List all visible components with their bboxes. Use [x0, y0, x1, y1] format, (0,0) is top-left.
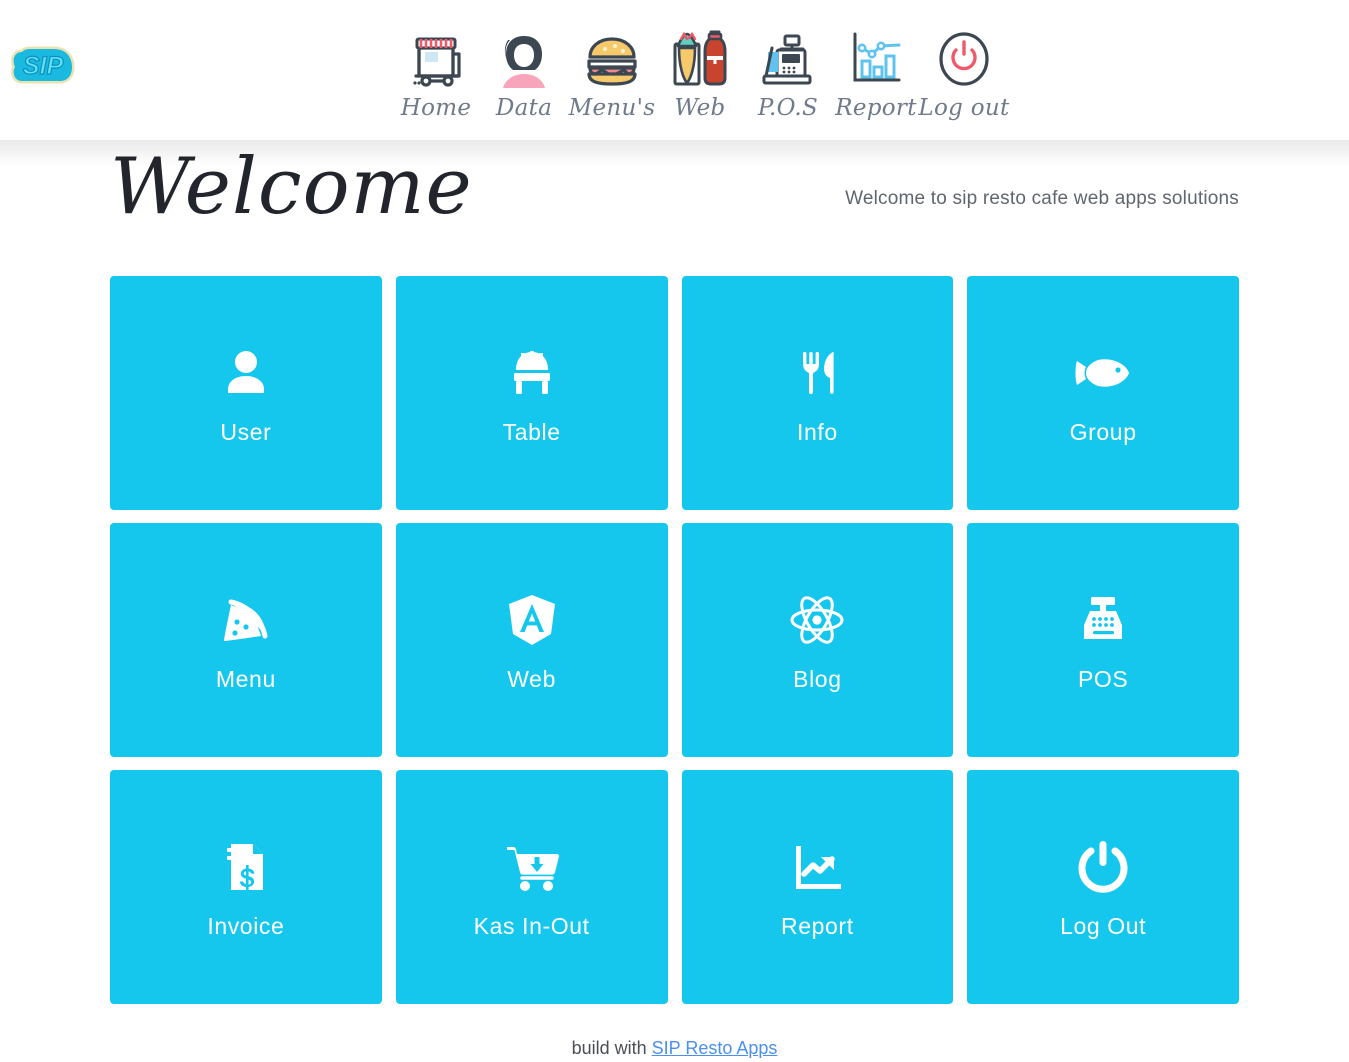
bar-chart-line-icon: [845, 22, 907, 92]
tile-label: Web: [507, 665, 556, 692]
tile-label: Table: [502, 418, 561, 445]
angular-shield-icon: [500, 588, 564, 652]
tile-label: Menu: [215, 665, 276, 692]
tile-label: Report: [781, 912, 854, 939]
nav-label: Report: [835, 95, 917, 121]
food-truck-icon: [406, 22, 466, 92]
welcome-subtitle: Welcome to sip resto cafe web apps solut…: [845, 188, 1239, 209]
tile-user[interactable]: User: [110, 276, 382, 510]
invoice-dollar-icon: [214, 835, 278, 899]
tile-web[interactable]: Web: [395, 523, 668, 757]
app-header: SIP Home Data Menu's Web P.O.S Report Lo…: [0, 0, 1349, 166]
nav-item-home[interactable]: Home: [392, 22, 480, 121]
dashboard-tile-grid: User Table Info Group Menu Web Blog POS …: [110, 276, 1239, 1004]
tile-label: Invoice: [207, 912, 285, 939]
footer-prefix: build with: [571, 1038, 652, 1058]
nav-label: Menu's: [568, 95, 656, 121]
pizza-slice-icon: [214, 588, 278, 652]
fork-knife-icon: [785, 341, 849, 405]
page-footer: build with SIP Resto Apps: [0, 1038, 1349, 1059]
power-circle-icon: [933, 22, 995, 92]
tile-report[interactable]: Report: [681, 770, 954, 1004]
nav-label: P.O.S: [757, 95, 819, 121]
cash-register-icon: [1071, 588, 1135, 652]
nav-item-data[interactable]: Data: [480, 22, 568, 121]
tile-group[interactable]: Group: [967, 276, 1239, 510]
tile-label: Group: [1069, 418, 1137, 445]
sip-logo-icon: SIP: [11, 46, 75, 84]
chair-icon: [500, 341, 564, 405]
tile-label: Kas In-Out: [473, 912, 590, 939]
nav-label: Web: [674, 95, 726, 121]
sip-logo[interactable]: SIP: [10, 38, 76, 94]
tile-menu[interactable]: Menu: [110, 523, 382, 757]
tile-label: Log Out: [1060, 912, 1147, 939]
chart-arrow-up-icon: [785, 835, 849, 899]
sip-resto-apps-link[interactable]: SIP Resto Apps: [652, 1038, 778, 1058]
tile-info[interactable]: Info: [681, 276, 954, 510]
nav-item-pos[interactable]: P.O.S: [744, 22, 832, 121]
taco-soda-icon: [669, 22, 731, 92]
person-avatar-icon: [495, 22, 553, 92]
burger-icon: [581, 22, 643, 92]
page-title: Welcome: [110, 142, 473, 232]
tile-log-out[interactable]: Log Out: [967, 770, 1239, 1004]
nav-label: Home: [400, 95, 472, 121]
welcome-section: Welcome Welcome to sip resto cafe web ap…: [0, 140, 1349, 262]
tile-label: User: [220, 418, 272, 445]
tile-kas-in-out[interactable]: Kas In-Out: [395, 770, 668, 1004]
tile-blog[interactable]: Blog: [681, 523, 954, 757]
cart-download-icon: [500, 835, 564, 899]
nav-label: Log out: [918, 95, 1010, 121]
tile-invoice[interactable]: Invoice: [110, 770, 382, 1004]
nav-item-logout[interactable]: Log out: [918, 22, 1010, 121]
fish-icon: [1071, 341, 1135, 405]
user-icon: [214, 341, 278, 405]
nav-item-web[interactable]: Web: [656, 22, 744, 121]
nav-label: Data: [495, 95, 553, 121]
tile-pos[interactable]: POS: [967, 523, 1239, 757]
tile-table[interactable]: Table: [395, 276, 668, 510]
nav-item-menus[interactable]: Menu's: [568, 22, 656, 121]
tile-label: POS: [1077, 665, 1129, 692]
react-atom-icon: [785, 588, 849, 652]
cash-register-icon: [757, 22, 819, 92]
tile-label: Blog: [793, 665, 842, 692]
power-icon: [1071, 835, 1135, 899]
tile-label: Info: [796, 418, 838, 445]
nav-item-report[interactable]: Report: [832, 22, 920, 121]
svg-text:SIP: SIP: [23, 52, 64, 80]
main-navigation: Home Data Menu's Web P.O.S Report Log ou…: [392, 22, 1010, 121]
